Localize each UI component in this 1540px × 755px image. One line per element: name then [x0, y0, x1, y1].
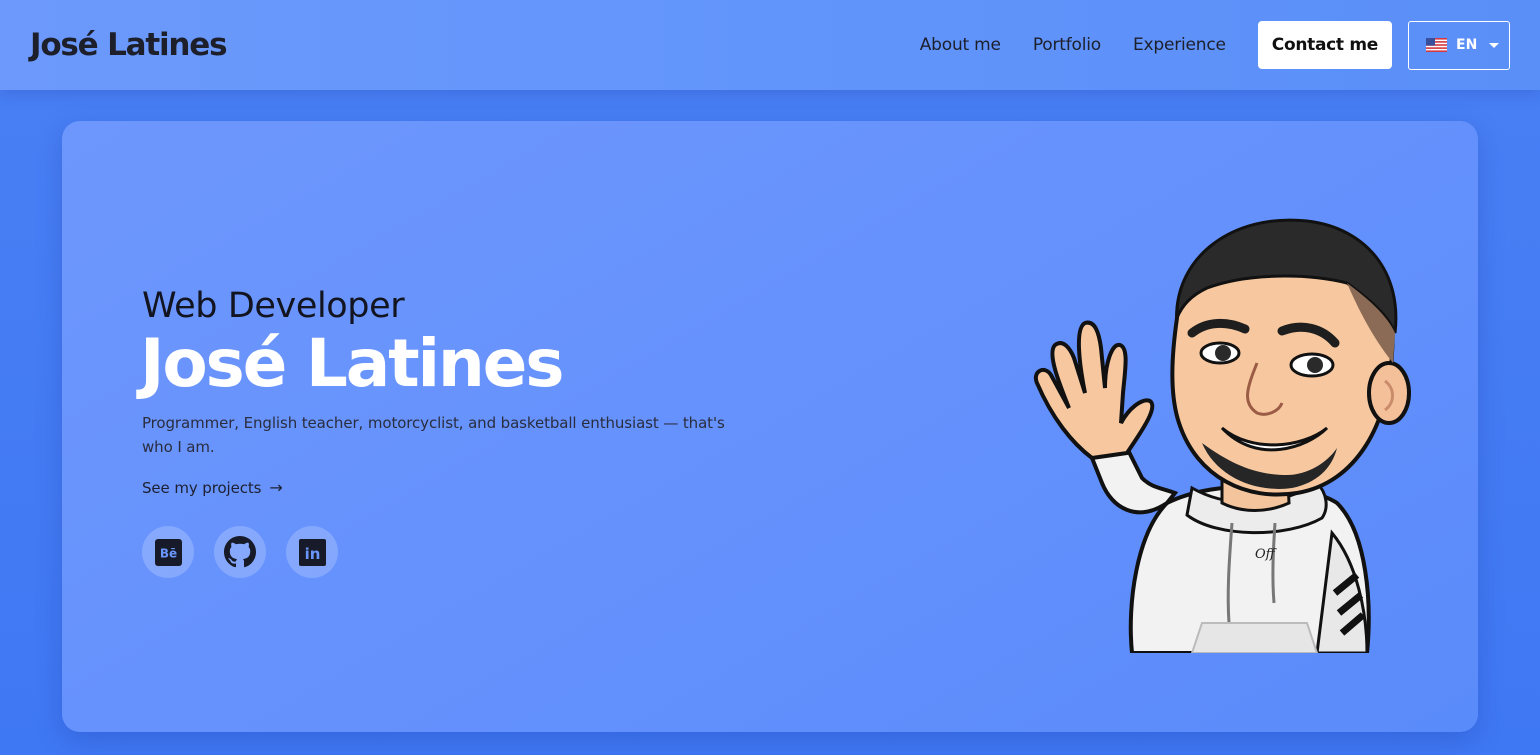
behance-link[interactable]: Bē — [142, 526, 194, 578]
site-logo[interactable]: José Latines — [30, 27, 228, 63]
arrow-right-icon: → — [269, 478, 283, 497]
hero-description: Programmer, English teacher, motorcyclis… — [142, 414, 725, 456]
linkedin-icon: in — [298, 538, 326, 566]
github-icon — [224, 536, 256, 568]
nav-about-me[interactable]: About me — [920, 35, 1001, 55]
svg-text:in: in — [304, 545, 320, 563]
hero-subtitle: Web Developer — [142, 286, 405, 326]
see-projects-label: See my projects — [142, 479, 262, 497]
nav-experience[interactable]: Experience — [1133, 35, 1226, 55]
svg-text:Off: Off — [1255, 547, 1278, 562]
waving-avatar-illustration: Off — [1017, 203, 1417, 655]
avatar-svg: Off — [1033, 218, 1411, 655]
main-nav: About me Portfolio Experience Contact me… — [920, 20, 1510, 70]
behance-icon: Bē — [154, 538, 182, 566]
chevron-down-icon — [1489, 42, 1499, 48]
hero-card: Web Developer José Latines Programmer, E… — [62, 121, 1478, 732]
svg-text:Bē: Bē — [159, 546, 176, 560]
hero-name: José Latines — [140, 325, 565, 402]
language-label: EN — [1456, 37, 1478, 53]
language-select[interactable]: EN — [1408, 20, 1510, 70]
social-links: Bē in — [142, 526, 358, 578]
us-flag-icon — [1426, 38, 1447, 52]
see-projects-link[interactable]: See my projects → — [142, 478, 283, 497]
linkedin-link[interactable]: in — [286, 526, 338, 578]
contact-me-button[interactable]: Contact me — [1257, 21, 1392, 69]
github-link[interactable] — [214, 526, 266, 578]
site-header: José Latines About me Portfolio Experien… — [0, 0, 1540, 90]
nav-portfolio[interactable]: Portfolio — [1033, 35, 1101, 55]
